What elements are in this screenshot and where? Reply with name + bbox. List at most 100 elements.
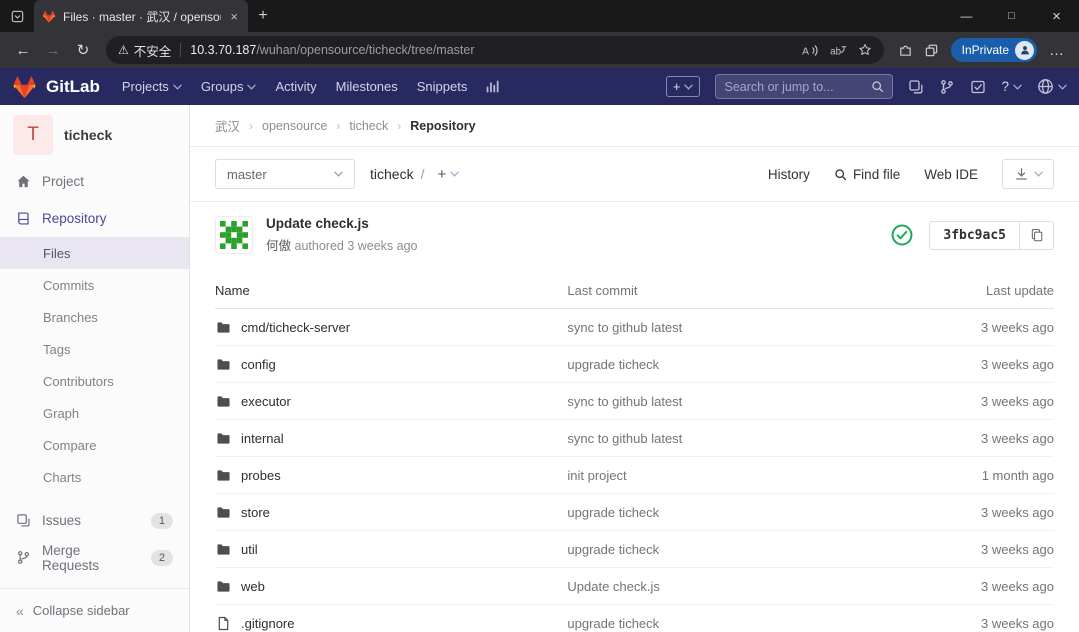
history-button[interactable]: History [768, 167, 810, 182]
commit-sha[interactable]: 3fbc9ac5 [929, 221, 1020, 250]
new-menu-button[interactable]: + [666, 76, 701, 97]
sidebar-subitem[interactable]: Compare [0, 429, 189, 461]
breadcrumb: 武汉 › opensource › ticheck › Repository [190, 105, 1079, 147]
breadcrumb-item[interactable]: ticheck [349, 119, 388, 133]
name-cell: internal [215, 430, 567, 446]
gitlab-favicon [42, 10, 56, 23]
gitlab-logo-icon[interactable] [12, 75, 37, 99]
row-icon-wrap [215, 578, 231, 594]
merge-request-icon [16, 550, 31, 565]
navbar-link[interactable]: Groups [201, 79, 257, 94]
search-input[interactable] [724, 80, 865, 94]
last-commit-link[interactable]: init project [567, 468, 626, 483]
browser-tab[interactable]: Files · master · 武汉 / opensour… × [34, 0, 248, 32]
file-name[interactable]: config [241, 357, 276, 372]
help-menu[interactable]: ? [1001, 79, 1022, 94]
sidebar-item-issues[interactable]: Issues 1 [0, 502, 189, 539]
collapse-icon: « [16, 603, 24, 619]
sidebar-subitem[interactable]: Files [0, 237, 189, 269]
last-commit-link[interactable]: sync to github latest [567, 431, 682, 446]
tab-close-icon[interactable]: × [228, 9, 240, 24]
refresh-button[interactable]: ↻ [68, 35, 98, 65]
name-cell: cmd/ticheck-server [215, 319, 567, 335]
file-name[interactable]: probes [241, 468, 281, 483]
back-button[interactable]: ← [8, 35, 38, 65]
sidebar-item-repository[interactable]: Repository [0, 200, 189, 237]
url-text: 10.3.70.187/wuhan/opensource/ticheck/tre… [190, 43, 792, 57]
window-minimize-button[interactable]: — [944, 0, 989, 32]
file-name[interactable]: util [241, 542, 258, 557]
breadcrumb-item[interactable]: opensource [262, 119, 327, 133]
add-file-dropdown[interactable]: + [437, 166, 459, 183]
sidebar-subitem[interactable]: Commits [0, 269, 189, 301]
main-content: 武汉 › opensource › ticheck › Repository m… [190, 105, 1079, 632]
extensions-icon[interactable] [898, 43, 913, 58]
file-name[interactable]: internal [241, 431, 284, 446]
web-ide-button[interactable]: Web IDE [924, 167, 978, 182]
browser-menu-button[interactable]: … [1043, 35, 1071, 65]
last-update: 3 weeks ago [924, 616, 1054, 631]
file-name[interactable]: cmd/ticheck-server [241, 320, 350, 335]
last-commit-link[interactable]: sync to github latest [567, 320, 682, 335]
file-name[interactable]: executor [241, 394, 291, 409]
security-warning[interactable]: ⚠ 不安全 [118, 41, 171, 60]
collapse-sidebar-button[interactable]: « Collapse sidebar [0, 588, 189, 632]
forward-button[interactable]: → [38, 35, 68, 65]
navbar-link[interactable]: Activity [275, 79, 316, 94]
navbar-link[interactable]: Projects [122, 79, 182, 94]
inprivate-badge[interactable]: InPrivate [951, 38, 1037, 62]
tab-actions-button[interactable] [0, 0, 34, 32]
new-tab-button[interactable]: + [248, 0, 278, 32]
name-cell: util [215, 541, 567, 557]
address-bar[interactable]: ⚠ 不安全 10.3.70.187/wuhan/opensource/tiche… [106, 36, 884, 64]
instance-statistics-icon[interactable] [485, 79, 500, 94]
plus-icon: + [673, 79, 681, 94]
file-name[interactable]: store [241, 505, 270, 520]
copy-sha-button[interactable] [1020, 221, 1054, 250]
commit-title-link[interactable]: Update check.js [266, 216, 418, 231]
breadcrumb-item[interactable]: Repository [410, 119, 475, 133]
issues-icon [16, 513, 31, 528]
language-menu[interactable] [1037, 78, 1067, 95]
breadcrumb-item[interactable]: 武汉 [215, 116, 240, 135]
sidebar-subitem[interactable]: Graph [0, 397, 189, 429]
todos-icon[interactable] [970, 79, 986, 95]
window-maximize-button[interactable]: □ [989, 0, 1034, 32]
project-header[interactable]: T ticheck [0, 105, 189, 163]
folder-icon [216, 395, 231, 408]
merge-requests-icon[interactable] [939, 79, 955, 95]
pipeline-status-icon[interactable] [891, 224, 913, 246]
last-commit-link[interactable]: sync to github latest [567, 394, 682, 409]
gitlab-brand[interactable]: GitLab [46, 77, 100, 97]
find-file-button[interactable]: Find file [834, 167, 900, 182]
file-name[interactable]: web [241, 579, 265, 594]
path-project-link[interactable]: ticheck [370, 166, 414, 182]
last-commit-link[interactable]: upgrade ticheck [567, 616, 659, 631]
favorite-star-icon[interactable] [858, 43, 872, 57]
commit-author-avatar[interactable] [215, 216, 253, 254]
plus-icon: + [437, 166, 446, 183]
read-aloud-icon[interactable] [802, 44, 819, 57]
tree-actions: History Find file Web IDE [768, 159, 1054, 189]
sidebar-subitem[interactable]: Charts [0, 461, 189, 493]
last-commit-link[interactable]: Update check.js [567, 579, 660, 594]
gitlab-navbar: GitLab Projects Groups Activity Mileston… [0, 68, 1079, 105]
sidebar-subitem[interactable]: Tags [0, 333, 189, 365]
last-commit-link[interactable]: upgrade ticheck [567, 542, 659, 557]
translate-icon[interactable] [830, 44, 847, 57]
window-close-button[interactable]: × [1034, 0, 1079, 32]
branch-selector[interactable]: master [215, 159, 355, 189]
navbar-link[interactable]: Milestones [336, 79, 398, 94]
last-commit-link[interactable]: upgrade ticheck [567, 505, 659, 520]
sidebar-item-project[interactable]: Project [0, 163, 189, 200]
collections-icon[interactable] [924, 43, 939, 58]
sidebar-subitem[interactable]: Contributors [0, 365, 189, 397]
sidebar-subitem[interactable]: Branches [0, 301, 189, 333]
commit-author-link[interactable]: 何傲 [266, 239, 291, 253]
file-name[interactable]: .gitignore [241, 616, 294, 631]
last-commit-link[interactable]: upgrade ticheck [567, 357, 659, 372]
sidebar-item-merge-requests[interactable]: Merge Requests 2 [0, 539, 189, 576]
issues-dashboard-icon[interactable] [908, 79, 924, 95]
download-dropdown[interactable] [1002, 159, 1054, 189]
navbar-link[interactable]: Snippets [417, 79, 468, 94]
